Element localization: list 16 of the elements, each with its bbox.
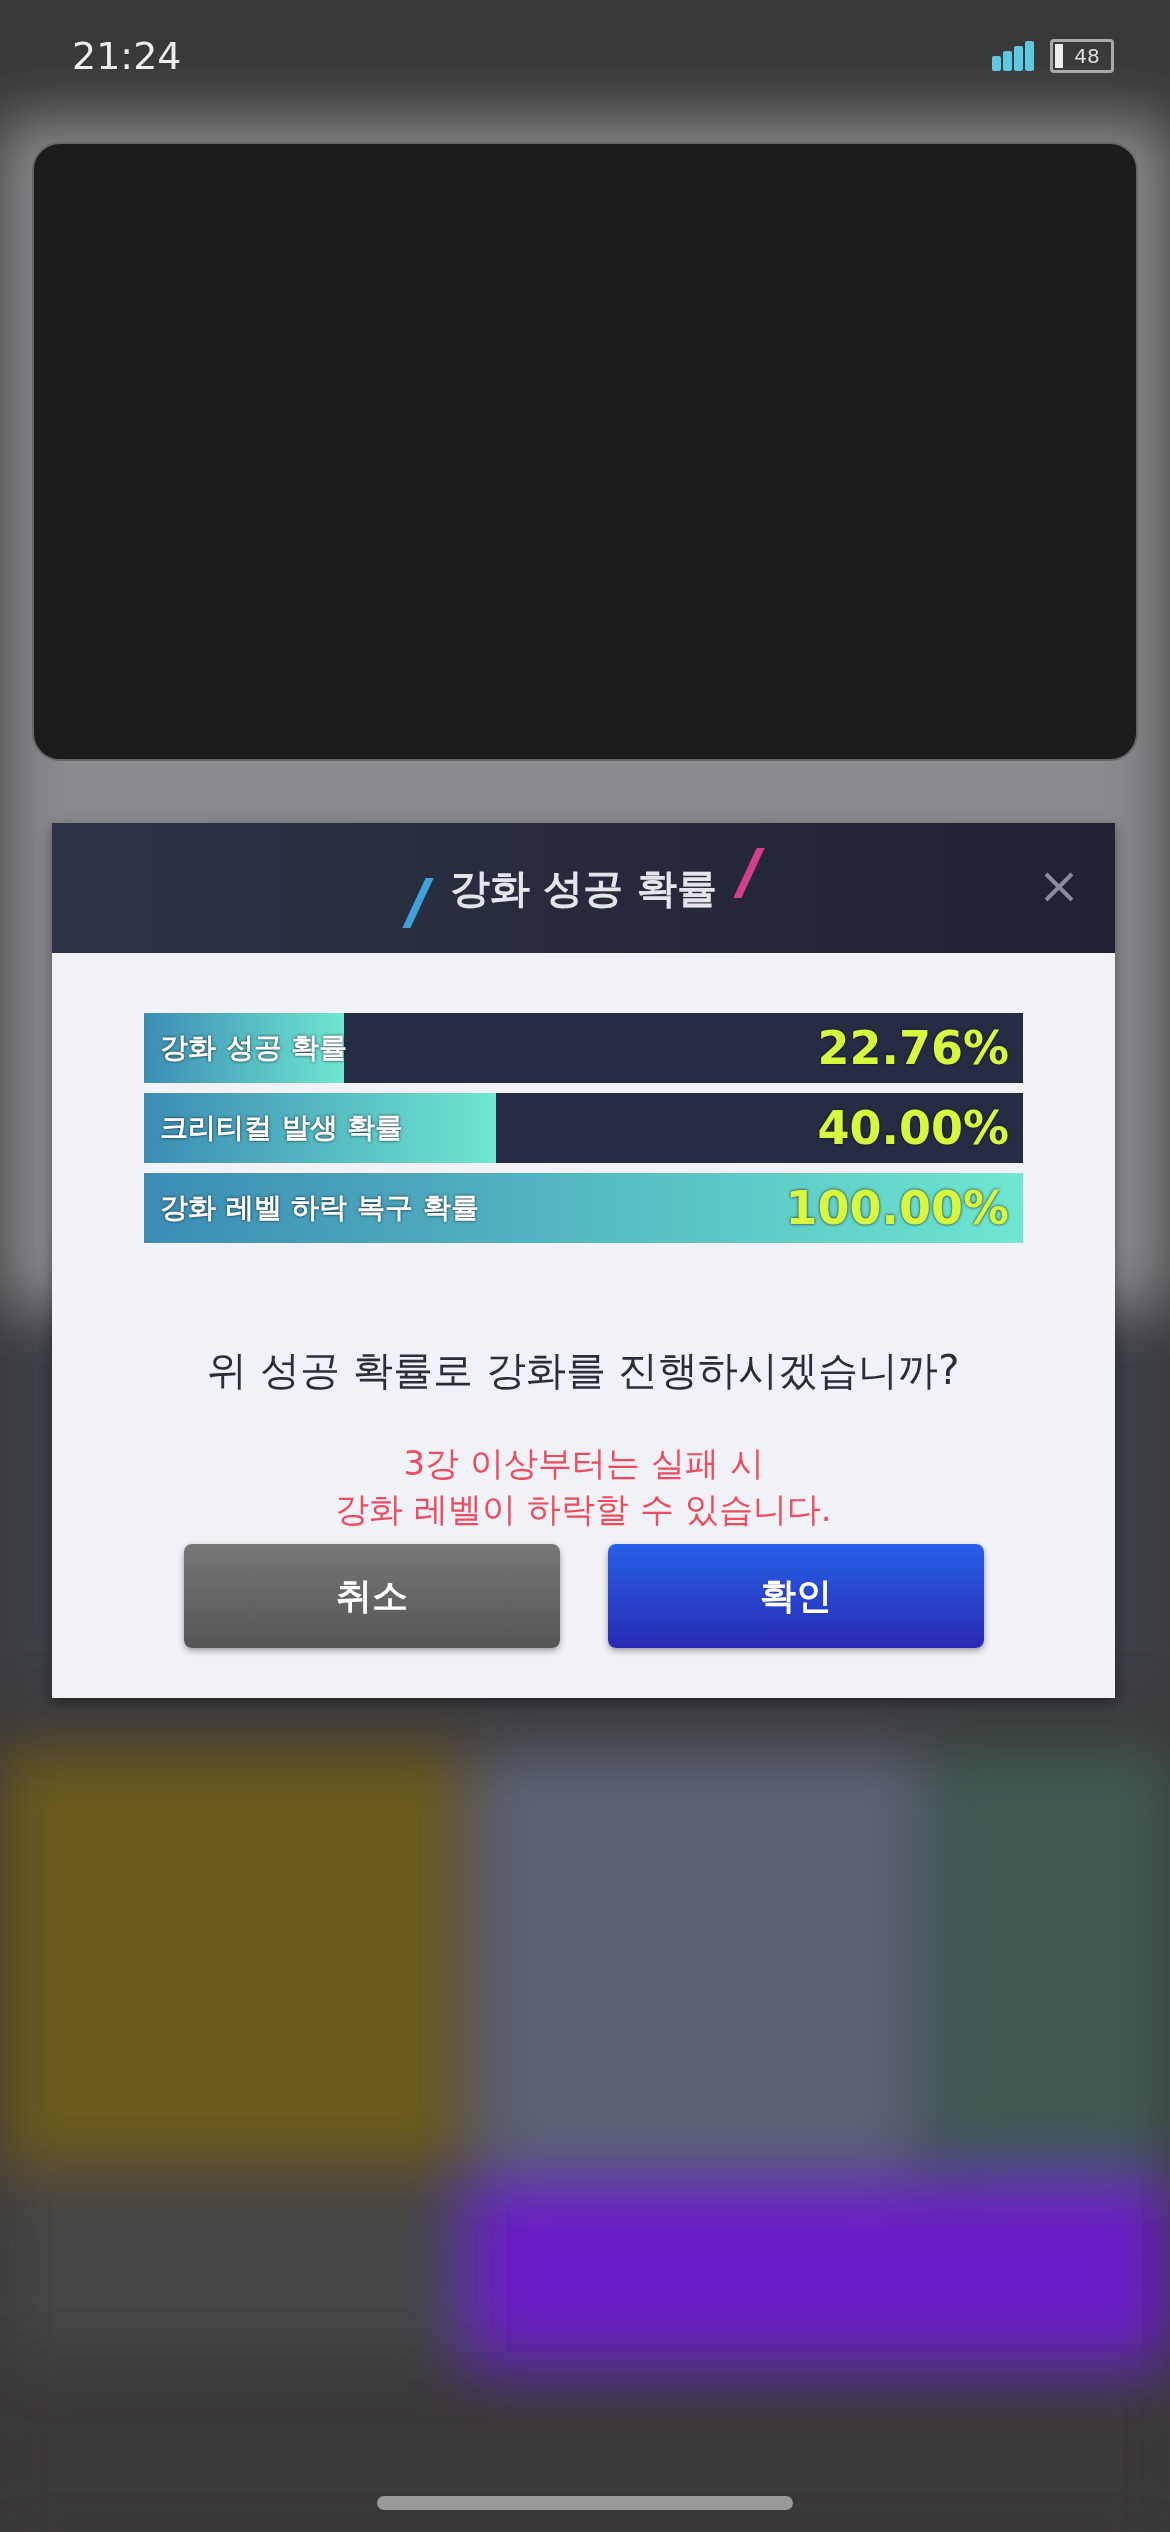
warning-text: 3강 이상부터는 실패 시 — [403, 1442, 764, 1485]
confirm-button[interactable]: 확인 — [607, 1544, 984, 1648]
rate-label: 크리티컬 발생 확률 — [160, 1110, 404, 1146]
rate-label: 강화 레벨 하락 복구 확률 — [160, 1190, 479, 1226]
rate-value: 40.00% — [817, 1101, 1009, 1155]
status-time: 21:24 — [72, 34, 182, 78]
battery-charge-icon — [1055, 44, 1063, 68]
cancel-button[interactable]: 취소 — [183, 1544, 560, 1648]
close-icon[interactable] — [1043, 871, 1075, 903]
warning-text: 강화 레벨이 하락할 수 있습니다. — [335, 1488, 832, 1531]
rate-value: 22.76% — [817, 1021, 1009, 1075]
signal-icon — [992, 41, 1036, 71]
battery-percent: 48 — [1074, 44, 1100, 68]
dialog-title: 강화 성공 확률 — [449, 863, 718, 913]
rate-value: 100.00% — [785, 1181, 1009, 1235]
question-text: 위 성공 확률로 강화를 진행하시겠습니까? — [207, 1346, 960, 1395]
